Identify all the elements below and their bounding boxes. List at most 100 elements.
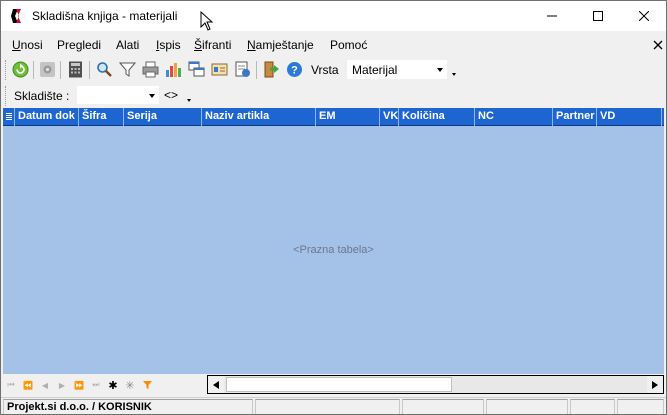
menu-pomoc[interactable]: Pomoć <box>330 38 367 52</box>
next-record-button[interactable]: ▶ <box>57 379 67 391</box>
cascade-windows-icon <box>188 61 205 77</box>
menu-ispis[interactable]: Ispis <box>156 38 181 52</box>
menu-namjestanje[interactable]: Namještanje <box>247 38 314 52</box>
windows-button[interactable] <box>187 60 206 79</box>
prev-record-button[interactable]: ◀ <box>40 379 50 391</box>
horizontal-scrollbar[interactable] <box>207 375 664 394</box>
maximize-icon <box>593 11 603 21</box>
column-header-sifra[interactable]: Šifra <box>79 108 124 126</box>
prev-page-button[interactable]: ⏪ <box>23 379 33 391</box>
export-button[interactable] <box>233 60 252 79</box>
toolbar-separator <box>60 61 61 79</box>
status-panel-3 <box>402 399 484 414</box>
insert-record-button[interactable]: ✱ <box>108 379 118 392</box>
scroll-right-button[interactable] <box>647 376 663 393</box>
skladiste-label: Skladište : <box>14 89 70 103</box>
status-bar: Projekt.si d.o.o. / KORISNIK <box>1 397 666 414</box>
minimize-button[interactable] <box>529 1 575 31</box>
refresh-icon <box>12 61 29 78</box>
toolbar-overflow-arrow-icon[interactable] <box>187 99 191 102</box>
close-button[interactable] <box>621 1 666 31</box>
filter-button[interactable] <box>118 60 137 79</box>
column-header-serija[interactable]: Serija <box>124 108 202 126</box>
column-header-naziv-artikla[interactable]: Naziv artikla <box>202 108 316 126</box>
toolbar-overflow-arrow-icon[interactable] <box>452 73 456 76</box>
filter-funnel-icon <box>119 62 136 77</box>
filter-bar: Skladište : <> <box>1 85 666 107</box>
column-header-datum-dok[interactable]: Datum dok <box>15 108 79 126</box>
skladiste-select[interactable] <box>77 86 159 104</box>
status-panel-6 <box>617 399 664 414</box>
column-header-kolicina[interactable]: Količina <box>399 108 475 126</box>
card-button[interactable] <box>210 60 229 79</box>
menu-sifranti[interactable]: Šifranti <box>194 38 231 52</box>
calculator-button[interactable] <box>66 60 85 79</box>
column-header-em[interactable]: EM <box>316 108 380 126</box>
column-header-vd[interactable]: VD <box>597 108 662 126</box>
column-header-partner[interactable]: Partner <box>553 108 597 126</box>
menu-unosi[interactable]: Unosi <box>12 38 43 52</box>
skladiste-nav-button[interactable]: <> <box>164 88 178 102</box>
status-company-user: Projekt.si d.o.o. / KORISNIK <box>3 399 253 414</box>
search-icon <box>97 62 112 77</box>
document-export-icon <box>235 61 250 77</box>
help-question-icon: ? <box>287 62 302 77</box>
empty-table-message: <Prazna tabela> <box>293 244 374 256</box>
chevron-down-icon <box>437 68 443 72</box>
maximize-button[interactable] <box>575 1 621 31</box>
minimize-icon <box>547 15 557 17</box>
search-button[interactable] <box>95 60 114 79</box>
close-icon <box>639 11 649 21</box>
grid-navigator: ⏮ ⏪ ◀ ▶ ⏩ ⏭ ✱ ✳ <box>3 375 664 395</box>
data-grid[interactable]: Datum dok Šifra Serija Naziv artikla EM … <box>3 108 664 374</box>
scroll-left-icon <box>213 380 219 389</box>
column-chooser-icon <box>6 113 12 120</box>
calculator-icon <box>69 61 82 78</box>
next-page-button[interactable]: ⏩ <box>74 379 84 391</box>
gear-icon <box>40 62 55 77</box>
chart-button[interactable] <box>164 60 183 79</box>
scroll-right-icon <box>652 380 658 389</box>
grid-header: Datum dok Šifra Serija Naziv artikla EM … <box>3 108 664 126</box>
title-bar[interactable]: Skladišna knjiga - materijali <box>1 1 666 31</box>
vrsta-select[interactable]: Materijal <box>347 60 447 79</box>
scroll-left-button[interactable] <box>208 376 224 393</box>
column-chooser-button[interactable] <box>3 108 15 126</box>
column-header-nc[interactable]: NC <box>475 108 553 126</box>
last-page-button[interactable]: ⏭ <box>91 379 101 391</box>
toolbar-separator <box>89 61 90 79</box>
print-button[interactable] <box>141 60 160 79</box>
vrsta-select-value: Materijal <box>352 63 398 77</box>
menu-alati[interactable]: Alati <box>116 38 139 52</box>
mdi-close-icon[interactable] <box>652 39 664 51</box>
settings-button[interactable] <box>38 60 57 79</box>
toolbar-separator <box>256 61 257 79</box>
toolbar: ? Vrsta Materijal <box>1 57 666 83</box>
menu-pregledi[interactable]: Pregledi <box>57 38 101 52</box>
column-header-vk[interactable]: VK <box>380 108 399 126</box>
delete-record-button[interactable]: ✳ <box>125 379 135 392</box>
id-card-icon <box>211 63 228 76</box>
window-title: Skladišna knjiga - materijali <box>32 9 178 23</box>
toolbar-grip[interactable] <box>5 86 8 106</box>
status-panel-4 <box>486 399 568 414</box>
help-button[interactable]: ? <box>285 60 304 79</box>
status-panel-5 <box>570 399 615 414</box>
svg-text:?: ? <box>291 65 298 77</box>
vrsta-label: Vrsta <box>311 63 339 77</box>
app-logo-icon <box>11 9 21 23</box>
toolbar-grip[interactable] <box>5 60 8 80</box>
mouse-cursor-icon <box>200 11 214 31</box>
scroll-thumb[interactable] <box>226 377 452 392</box>
exit-button[interactable] <box>262 60 281 79</box>
refresh-button[interactable] <box>11 60 30 79</box>
status-panel-2 <box>255 399 400 414</box>
app-window: Skladišna knjiga - materijali Unosi Preg… <box>0 0 667 415</box>
filter-record-button[interactable] <box>142 379 152 391</box>
menu-bar: Unosi Pregledi Alati Ispis Šifranti Namj… <box>1 35 666 55</box>
first-page-button[interactable]: ⏮ <box>6 379 16 391</box>
chevron-down-icon <box>149 94 155 98</box>
toolbar-separator <box>33 61 34 79</box>
bar-chart-icon <box>166 63 181 77</box>
exit-door-icon <box>264 61 279 78</box>
